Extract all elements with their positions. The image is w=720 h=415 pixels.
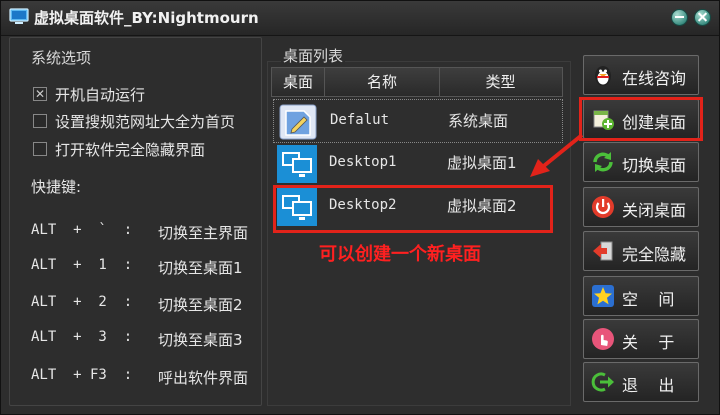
annotation-arrow-icon xyxy=(530,133,584,177)
shortcut-keys: ALT + 1 : xyxy=(31,257,133,273)
main-window: 虚拟桌面软件_BY:Nightmourn 系统选项 ✕ 开机自动运行 设置搜规范… xyxy=(0,0,720,415)
button-label: 在线咨询 xyxy=(622,69,687,88)
checkbox-unchecked-icon[interactable] xyxy=(33,114,47,128)
checkbox-label: 开机自动运行 xyxy=(55,85,146,104)
checkbox-set-homepage[interactable]: 设置搜规范网址大全为首页 xyxy=(33,111,235,131)
shortcut-row: ALT + ` : 切换至主界面 xyxy=(31,222,261,242)
options-title: 系统选项 xyxy=(31,49,92,67)
app-monitor-icon xyxy=(9,8,29,24)
system-desktop-icon xyxy=(279,104,317,140)
virtual-desktop-icon xyxy=(277,145,317,183)
desktop-row-default[interactable]: Defalut 系统桌面 xyxy=(273,99,563,143)
minimize-icon xyxy=(675,16,684,18)
checkbox-hide-on-open[interactable]: 打开软件完全隐藏界面 xyxy=(33,139,205,159)
hide-completely-button[interactable]: 完全隐藏 xyxy=(583,231,699,271)
shortcut-row: ALT + F3 : 呼出软件界面 xyxy=(31,367,261,387)
button-label: 完全隐藏 xyxy=(622,245,687,264)
power-icon xyxy=(592,196,614,218)
star-icon xyxy=(592,285,614,307)
switch-arrows-icon xyxy=(593,152,613,172)
shortcut-row: ALT + 1 : 切换至桌面1 xyxy=(31,257,261,277)
desktop-type: 虚拟桌面1 xyxy=(447,154,517,172)
highlight-box-new-desktop xyxy=(273,185,553,233)
annotation-text: 可以创建一个新桌面 xyxy=(319,244,481,265)
exit-arrow-icon xyxy=(593,241,613,261)
shortcut-action: 切换至桌面2 xyxy=(158,296,243,314)
shortcut-keys: ALT + ` : xyxy=(31,222,133,238)
desktop-name: Defalut xyxy=(330,112,390,128)
qq-penguin-icon xyxy=(595,66,611,86)
switch-desktop-button[interactable]: 切换桌面 xyxy=(583,142,699,182)
online-consult-button[interactable]: 在线咨询 xyxy=(583,55,699,95)
minimize-button[interactable] xyxy=(671,9,688,26)
shortcut-keys: ALT + F3 : xyxy=(31,367,133,383)
space-button[interactable]: 空 间 xyxy=(583,276,699,316)
button-label: 退 出 xyxy=(622,376,675,395)
desktop-type: 系统桌面 xyxy=(448,112,509,130)
desktop-list-header: 桌面 名称 类型 xyxy=(271,67,563,97)
checkbox-label: 打开软件完全隐藏界面 xyxy=(55,140,206,159)
shortcut-keys: ALT + 3 : xyxy=(31,329,133,345)
shortcut-action: 切换至桌面1 xyxy=(158,259,243,277)
close-desktop-button[interactable]: 关闭桌面 xyxy=(583,187,699,227)
title-bar[interactable]: 虚拟桌面软件_BY:Nightmourn xyxy=(1,1,719,36)
hand-icon xyxy=(592,328,614,350)
window-title: 虚拟桌面软件_BY:Nightmourn xyxy=(34,9,259,27)
desktop-list-caption: 桌面列表 xyxy=(281,45,346,66)
shortcut-action: 切换至主界面 xyxy=(158,224,249,242)
shortcut-row: ALT + 2 : 切换至桌面2 xyxy=(31,294,261,314)
shortcut-action: 切换至桌面3 xyxy=(158,331,243,349)
column-header-name[interactable]: 名称 xyxy=(325,68,440,96)
desktop-row-desktop1[interactable]: Desktop1 虚拟桌面1 xyxy=(273,142,561,184)
checkbox-unchecked-icon[interactable] xyxy=(33,142,47,156)
about-button[interactable]: 关 于 xyxy=(583,319,699,359)
shortcut-keys: ALT + 2 : xyxy=(31,294,133,310)
shortcut-title: 快捷键: xyxy=(31,178,82,196)
logout-icon xyxy=(591,372,614,392)
button-label: 切换桌面 xyxy=(622,156,687,175)
shortcut-row: ALT + 3 : 切换至桌面3 xyxy=(31,329,261,349)
close-button[interactable] xyxy=(694,9,711,26)
exit-button[interactable]: 退 出 xyxy=(583,362,699,402)
button-label: 空 间 xyxy=(622,290,675,309)
column-header-type[interactable]: 类型 xyxy=(440,68,561,96)
checkbox-label: 设置搜规范网址大全为首页 xyxy=(55,112,236,131)
checkbox-checked-icon[interactable]: ✕ xyxy=(33,87,47,101)
checkbox-autostart[interactable]: ✕ 开机自动运行 xyxy=(33,84,145,104)
highlight-box-create-button xyxy=(579,97,703,141)
desktop-name: Desktop1 xyxy=(329,154,397,170)
button-label: 关 于 xyxy=(622,333,675,352)
column-header-desktop[interactable]: 桌面 xyxy=(272,68,325,96)
shortcut-action: 呼出软件界面 xyxy=(158,369,249,387)
button-label: 关闭桌面 xyxy=(622,201,687,220)
